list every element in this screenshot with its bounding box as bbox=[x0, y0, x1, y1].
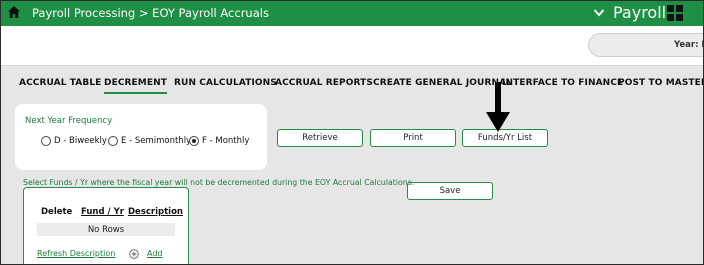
print-button[interactable]: Print bbox=[370, 129, 456, 147]
radio-button[interactable] bbox=[108, 136, 118, 146]
app-name[interactable]: Payroll bbox=[613, 3, 666, 22]
add-link[interactable]: Add bbox=[147, 249, 163, 258]
tab-decrement[interactable]: DECREMENT bbox=[104, 78, 167, 94]
refresh-description-link[interactable]: Refresh Description bbox=[37, 249, 115, 258]
empty-table-row: No Rows bbox=[37, 223, 175, 236]
radio-label: E - Semimonthly bbox=[121, 136, 192, 146]
apps-grid-icon[interactable] bbox=[666, 4, 684, 22]
arrow-down-icon bbox=[486, 82, 510, 132]
column-header-delete: Delete bbox=[41, 207, 73, 217]
save-button[interactable]: Save bbox=[407, 182, 493, 200]
tab-post-to-master[interactable]: POST TO MASTER bbox=[618, 78, 703, 88]
top-nav-bar: Payroll Processing > EOY Payroll Accrual… bbox=[1, 1, 703, 26]
retrieve-button[interactable]: Retrieve bbox=[277, 129, 363, 147]
radio-label: D - Biweekly bbox=[54, 136, 107, 146]
plus-circle-icon[interactable] bbox=[129, 249, 139, 259]
radio-button[interactable] bbox=[189, 136, 199, 146]
tab-bar: ACCRUAL TABLE DECREMENT RUN CALCULATIONS… bbox=[1, 78, 703, 94]
radio-semimonthly[interactable]: E - Semimonthly bbox=[108, 135, 191, 147]
home-icon[interactable] bbox=[7, 5, 21, 19]
app-window: Payroll Processing > EOY Payroll Accrual… bbox=[0, 0, 704, 265]
tab-interface-to-finance[interactable]: INTERFACE TO FINANCE bbox=[502, 78, 623, 88]
radio-monthly[interactable]: F - Monthly bbox=[189, 135, 249, 147]
tab-accrual-table[interactable]: ACCRUAL TABLE bbox=[19, 78, 101, 88]
tab-accrual-reports[interactable]: ACCRUAL REPORTS bbox=[275, 78, 373, 88]
year-label: Year: N bbox=[674, 40, 703, 50]
column-header-fund-yr[interactable]: Fund / Yr bbox=[81, 207, 124, 217]
tab-run-calculations[interactable]: RUN CALCULATIONS bbox=[174, 78, 277, 88]
radio-biweekly[interactable]: D - Biweekly bbox=[41, 135, 107, 147]
frequency-title: Next Year Frequency bbox=[25, 116, 113, 126]
breadcrumb: Payroll Processing > EOY Payroll Accrual… bbox=[32, 6, 269, 20]
radio-button[interactable] bbox=[41, 136, 51, 146]
instruction-text: Select Funds / Yr where the fiscal year … bbox=[23, 178, 415, 187]
chevron-down-icon[interactable] bbox=[593, 8, 605, 18]
column-header-description[interactable]: Description bbox=[128, 207, 183, 217]
radio-label: F - Monthly bbox=[202, 136, 250, 146]
